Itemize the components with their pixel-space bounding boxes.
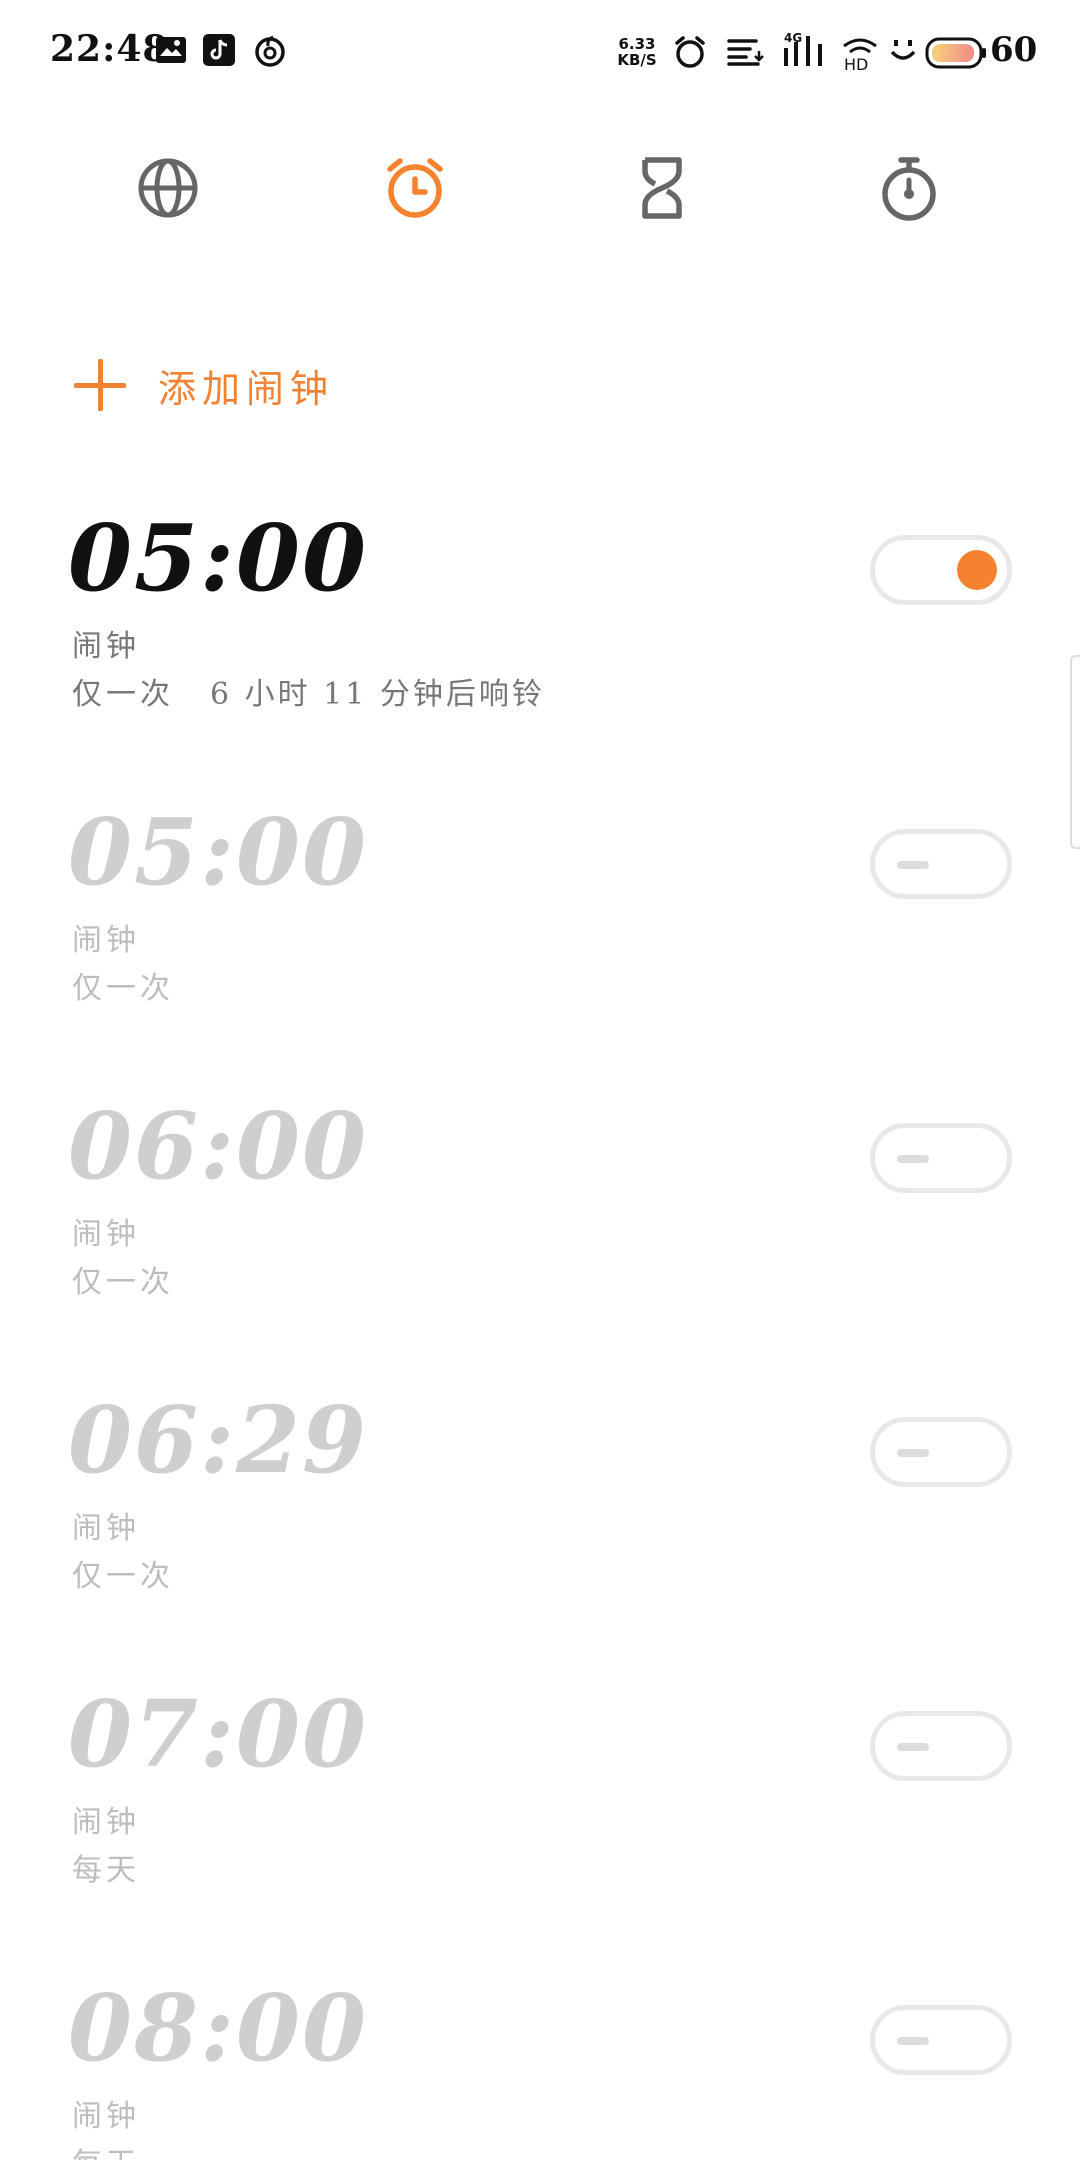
hourglass-icon xyxy=(637,155,687,225)
globe-icon xyxy=(136,156,200,224)
alarm-item[interactable]: 05:00 闹钟 仅一次 xyxy=(0,797,1080,1087)
alarm-time: 05:00 xyxy=(68,798,369,906)
alarm-toggle-off[interactable] xyxy=(870,1711,1012,1781)
alarm-name: 闹钟 xyxy=(72,629,140,664)
alarm-item[interactable]: 06:29 闹钟 仅一次 xyxy=(0,1385,1080,1675)
plus-icon xyxy=(70,355,130,415)
signal-icon: 4G xyxy=(782,30,828,74)
alarm-repeat: 仅一次 xyxy=(72,971,174,1006)
tab-world-clock[interactable] xyxy=(128,150,208,230)
netease-music-icon xyxy=(253,34,287,72)
toggle-knob xyxy=(897,1155,929,1163)
alarm-repeat: 仅一次 xyxy=(72,1265,174,1300)
alarm-status-icon xyxy=(672,34,708,74)
alarm-repeat: 仅一次 xyxy=(72,1559,174,1594)
alarm-time: 06:29 xyxy=(68,1386,369,1494)
stopwatch-icon xyxy=(877,154,941,226)
gallery-icon xyxy=(155,34,187,70)
alarm-toggle-off[interactable] xyxy=(870,1123,1012,1193)
network-speed: 6.33 KB/S xyxy=(612,36,662,68)
alarm-item[interactable]: 07:00 闹钟 每天 xyxy=(0,1679,1080,1969)
alarm-clock-icon xyxy=(382,155,448,225)
toggle-knob xyxy=(957,550,997,590)
alarm-repeat: 仅一次 6 小时 11 分钟后响铃 xyxy=(72,669,545,713)
edge-handle[interactable] xyxy=(1070,655,1080,849)
battery-icon xyxy=(925,36,987,74)
tiktok-icon xyxy=(203,34,235,70)
alarm-repeat: 每天 xyxy=(72,1853,140,1888)
network-speed-value: 6.33 xyxy=(618,35,656,53)
alarm-name: 闹钟 xyxy=(72,1217,140,1252)
add-alarm-button[interactable]: 添加闹钟 xyxy=(70,345,334,425)
tab-alarm[interactable] xyxy=(375,150,455,230)
alarm-repeat-text: 仅一次 xyxy=(72,677,174,712)
toggle-knob xyxy=(897,1743,929,1751)
alarm-name: 闹钟 xyxy=(72,1805,140,1840)
toggle-knob xyxy=(897,2037,929,2045)
hd-label: HD xyxy=(844,55,868,72)
alarm-item[interactable]: 08:00 闹钟 每天 xyxy=(0,1973,1080,2160)
alarm-name: 闹钟 xyxy=(72,2099,140,2134)
network-speed-unit: KB/S xyxy=(617,51,657,69)
battery-level: 60 xyxy=(990,30,1038,70)
alarm-item[interactable]: 06:00 闹钟 仅一次 xyxy=(0,1091,1080,1381)
status-bar: 22:48 6.33 KB/S 4G HD 60 xyxy=(0,0,1080,105)
alarm-item[interactable]: 05:00 闹钟 仅一次 6 小时 11 分钟后响铃 xyxy=(0,503,1080,793)
tab-stopwatch[interactable] xyxy=(869,150,949,230)
alarm-toggle-off[interactable] xyxy=(870,829,1012,899)
svg-text:4G: 4G xyxy=(784,31,802,45)
alarm-time: 05:00 xyxy=(68,504,369,612)
clock-app-screen: 22:48 6.33 KB/S 4G HD 60 添加闹钟 05:00 闹钟 仅… xyxy=(0,0,1080,2160)
alarm-time: 06:00 xyxy=(68,1092,369,1200)
alarm-toggle-off[interactable] xyxy=(870,1417,1012,1487)
alarm-repeat: 每天 xyxy=(72,2139,140,2160)
alarm-remaining: 6 小时 11 分钟后响铃 xyxy=(210,677,545,712)
status-time: 22:48 xyxy=(50,28,169,70)
alarm-time: 07:00 xyxy=(68,1680,369,1788)
add-alarm-label: 添加闹钟 xyxy=(158,366,335,411)
alarm-time: 08:00 xyxy=(68,1974,369,2082)
alarm-name: 闹钟 xyxy=(72,1511,140,1546)
emoji-icon xyxy=(888,36,918,68)
alarm-toggle-off[interactable] xyxy=(870,2005,1012,2075)
tab-timer[interactable] xyxy=(622,150,702,230)
alarm-name: 闹钟 xyxy=(72,923,140,958)
alarm-toggle-on[interactable] xyxy=(870,535,1012,605)
notification-icon xyxy=(726,34,764,72)
toggle-knob xyxy=(897,861,929,869)
wifi-hd-icon: HD xyxy=(840,32,880,76)
toggle-knob xyxy=(897,1449,929,1457)
